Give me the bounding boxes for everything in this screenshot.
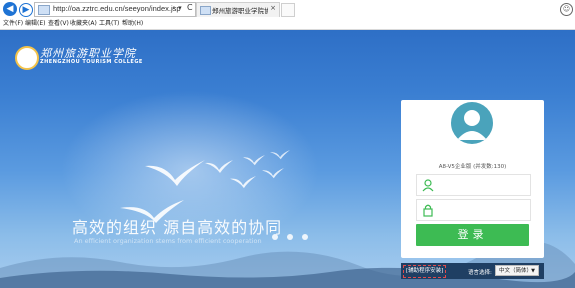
new-tab-button[interactable] [281,3,295,17]
language-select[interactable]: 中文（简体） ▼ [495,265,539,276]
language-label: 语言选择: [468,270,492,276]
password-input[interactable] [439,202,529,218]
arrow-right-icon: ▶ [22,5,30,15]
menu-tools[interactable]: 工具(T) [99,18,119,27]
plugin-install-link[interactable]: [辅助程序安装] [403,265,447,278]
bird-icon [270,150,290,160]
bird-icon [230,176,256,189]
arrow-left-icon: ◀ [6,4,14,14]
user-icon [422,179,434,192]
search-dropdown-icon[interactable]: ⌕ ▾ [172,4,182,13]
carousel-dot[interactable] [302,234,308,240]
lock-icon [423,204,433,217]
site-favicon-icon [38,5,50,15]
username-input[interactable] [439,177,529,193]
banner-slogan-cn: 高效的组织 源自高效的协同 [72,218,283,237]
bird-icon [262,168,284,179]
college-name-en: ZHENGZHOU TOURISM COLLEGE [40,59,143,65]
menu-help[interactable]: 帮助(H) [122,18,143,27]
bird-icon [243,155,265,166]
password-field[interactable] [416,199,531,221]
back-button[interactable]: ◀ [3,2,17,16]
tab-title: 郑州旅游职业学院协同办公... [212,7,268,15]
menu-bar: 文件(F) 编辑(E) 查看(V) 收藏夹(A) 工具(T) 帮助(H) [0,18,575,28]
browser-chrome: ◀ ▶ http://oa.zztrc.edu.cn/seeyon/index.… [0,0,575,30]
language-value: 中文（简体） [499,268,533,274]
user-avatar-icon [451,102,493,144]
username-field[interactable] [416,174,531,196]
menu-file[interactable]: 文件(F) [3,18,23,27]
login-button[interactable]: 登录 [416,224,529,246]
address-row: ◀ ▶ http://oa.zztrc.edu.cn/seeyon/index.… [0,1,575,17]
tab-close-icon[interactable]: × [270,4,276,12]
browser-tab[interactable]: 郑州旅游职业学院协同办公... × [196,2,280,17]
menu-view[interactable]: 查看(V) [48,18,69,27]
menu-favorites[interactable]: 收藏夹(A) [70,18,97,27]
address-bar[interactable]: http://oa.zztrc.edu.cn/seeyon/index.jsp … [34,2,196,17]
banner-slogan-en: An efficient organization stems from eff… [74,237,262,245]
bird-icon [205,160,233,173]
bird-icon [145,160,205,186]
carousel-dot[interactable] [272,234,278,240]
college-emblem-icon [15,46,39,70]
product-version: A8-V5企业版 (并发数:130) [438,164,507,170]
chevron-down-icon: ▼ [531,268,535,274]
carousel-dot[interactable] [287,234,293,240]
college-logo: 郑州旅游职业学院 ZHENGZHOU TOURISM COLLEGE [15,44,155,70]
feedback-smiley-icon[interactable]: ☺ [560,3,573,16]
menu-edit[interactable]: 编辑(E) [25,18,45,27]
refresh-icon[interactable]: C [187,3,193,12]
forward-button[interactable]: ▶ [19,3,33,17]
tab-favicon-icon [200,6,211,15]
address-url[interactable]: http://oa.zztrc.edu.cn/seeyon/index.jsp [53,4,181,13]
